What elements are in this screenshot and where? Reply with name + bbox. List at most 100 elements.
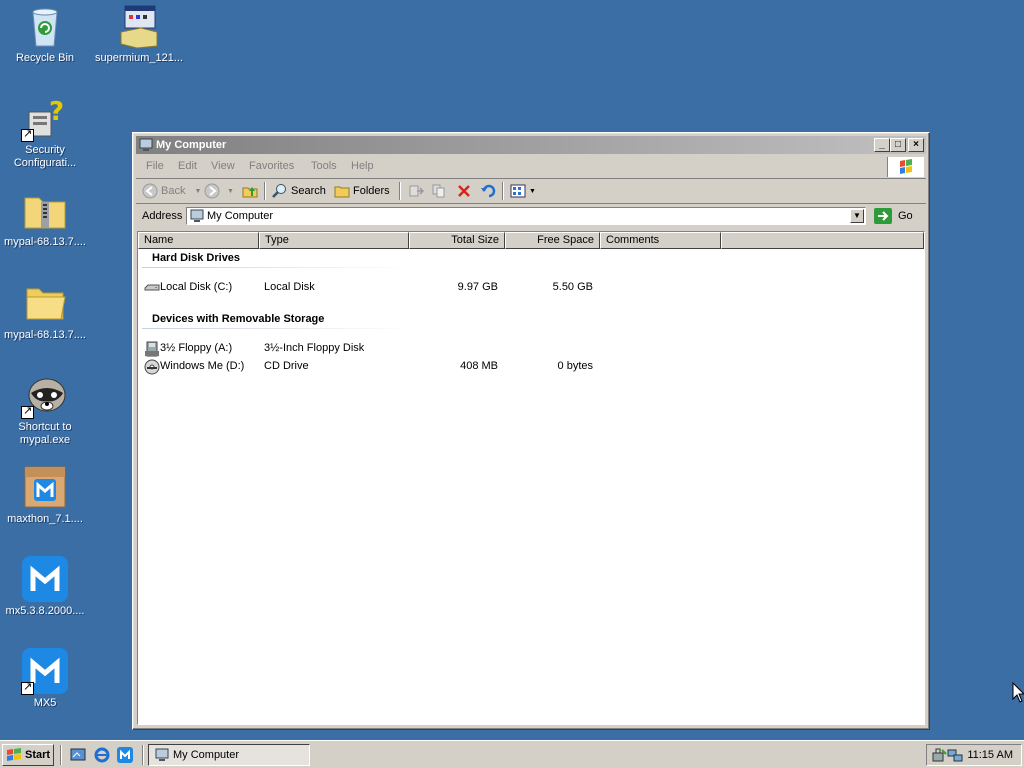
back-label: Back	[161, 185, 186, 197]
maxthon-icon	[21, 555, 69, 603]
recycle-bin-icon	[21, 2, 69, 50]
column-header-name[interactable]: Name	[138, 232, 259, 249]
desktop-icon-mypal-folder[interactable]: mypal-68.13.7....	[0, 279, 93, 342]
windows-logo-icon	[7, 748, 21, 761]
toolbar: Back ▼ ▼ Search Folders ▼	[136, 179, 926, 204]
column-headers: Name Type Total Size Free Space Comments	[138, 232, 924, 249]
go-button[interactable]: Go	[874, 208, 913, 224]
desktop-icon-label: mypal-68.13.7....	[4, 329, 86, 341]
go-label: Go	[898, 210, 913, 222]
address-dropdown-button[interactable]: ▼	[850, 209, 864, 223]
computer-icon	[139, 138, 153, 152]
item-total-size: 408 MB	[460, 360, 498, 372]
menu-help[interactable]: Help	[351, 160, 374, 172]
delete-button[interactable]	[456, 182, 472, 200]
address-bar: Address My Computer ▼ Go	[136, 205, 926, 229]
internet-explorer-icon[interactable]	[94, 747, 110, 763]
mouse-cursor-icon	[1012, 682, 1024, 703]
hard-disk-icon	[144, 284, 160, 291]
desktop-icon-label: MX5	[33, 697, 57, 709]
start-button[interactable]: Start	[2, 744, 54, 766]
group-divider	[142, 267, 412, 268]
close-button[interactable]: ×	[908, 138, 924, 152]
network-icon[interactable]	[947, 747, 963, 763]
column-header-empty	[721, 232, 924, 249]
file-list-view[interactable]: Name Type Total Size Free Space Comments…	[137, 231, 925, 725]
menu-file[interactable]: File	[146, 160, 164, 172]
shortcut-arrow-icon	[21, 680, 34, 695]
desktop-icon-mx5[interactable]: MX5	[0, 647, 93, 710]
taskbar-separator	[60, 745, 62, 765]
desktop-icon-label: Recycle Bin	[15, 52, 75, 64]
toolbar-separator	[264, 182, 266, 200]
folders-label: Folders	[353, 185, 390, 197]
maxthon-icon	[21, 647, 69, 695]
svg-text:?: ?	[49, 97, 64, 127]
item-name: Windows Me (D:)	[160, 360, 245, 372]
copy-to-button[interactable]	[432, 182, 448, 200]
minimize-button[interactable]: _	[874, 138, 890, 152]
maxthon-package-icon	[21, 463, 69, 511]
maxthon-quicklaunch-icon[interactable]	[117, 747, 133, 763]
menu-edit[interactable]: Edit	[178, 160, 197, 172]
desktop-icon-mx5-installer[interactable]: mx5.3.8.2000....	[0, 555, 93, 618]
system-tray: 11:15 AM	[926, 744, 1022, 766]
desktop-icon-maxthon-installer[interactable]: maxthon_7.1....	[0, 463, 93, 526]
menu-favorites[interactable]: Favorites	[249, 160, 294, 172]
copy-to-icon	[432, 184, 445, 198]
title-bar[interactable]: My Computer _ □ ×	[136, 136, 926, 154]
list-item[interactable]: Windows Me (D:) CD Drive 408 MB 0 bytes	[138, 359, 924, 375]
item-free-space: 5.50 GB	[552, 281, 593, 293]
desktop-icon-recycle-bin[interactable]: Recycle Bin	[0, 2, 93, 65]
floppy-icon	[145, 341, 159, 357]
search-icon	[272, 184, 286, 198]
show-desktop-icon[interactable]	[70, 747, 86, 763]
address-input[interactable]: My Computer ▼	[186, 207, 866, 225]
taskbar: Start My Computer 11:15 AM	[0, 740, 1024, 768]
item-name: Local Disk (C:)	[160, 281, 233, 293]
clock: 11:15 AM	[967, 749, 1013, 761]
desktop-icon-mypal-shortcut[interactable]: Shortcut to mypal.exe	[0, 371, 93, 447]
toolbar-separator	[502, 182, 504, 200]
chevron-down-icon: ▼	[194, 187, 202, 195]
item-free-space: 0 bytes	[557, 360, 593, 372]
back-button[interactable]: Back ▼	[142, 182, 201, 200]
maximize-button[interactable]: □	[890, 138, 906, 152]
item-type: Local Disk	[264, 281, 315, 293]
column-header-comments[interactable]: Comments	[600, 232, 721, 249]
column-header-type[interactable]: Type	[259, 232, 409, 249]
taskbar-item-my-computer[interactable]: My Computer	[148, 744, 310, 766]
move-to-button[interactable]	[408, 182, 424, 200]
menu-view[interactable]: View	[211, 160, 235, 172]
desktop-icon-label: mypal-68.13.7....	[4, 236, 86, 248]
item-type: CD Drive	[264, 360, 309, 372]
start-label: Start	[25, 749, 51, 761]
desktop-icon-security-configuration[interactable]: ? Security Configurati...	[0, 94, 93, 170]
shortcut-arrow-icon	[21, 404, 34, 419]
folders-button[interactable]: Folders	[334, 182, 390, 200]
views-button[interactable]: ▼	[510, 182, 536, 200]
list-item[interactable]: 3½ Floppy (A:) 3½-Inch Floppy Disk	[138, 341, 924, 357]
safely-remove-hardware-icon[interactable]	[931, 747, 947, 763]
chevron-down-icon: ▼	[529, 187, 536, 195]
desktop-icon-supermium[interactable]: supermium_121...	[91, 2, 187, 65]
windows-logo-icon	[887, 157, 924, 177]
desktop-icon-label: supermium_121...	[94, 52, 184, 64]
move-to-icon	[409, 185, 424, 197]
go-arrow-icon	[874, 208, 892, 224]
my-computer-window[interactable]: My Computer _ □ × File Edit View Favorit…	[132, 132, 930, 730]
security-config-icon: ?	[21, 94, 69, 142]
undo-button[interactable]	[480, 182, 496, 200]
folder-icon	[21, 279, 69, 327]
chevron-down-icon: ▼	[227, 187, 234, 195]
search-button[interactable]: Search	[272, 182, 326, 200]
column-header-free-space[interactable]: Free Space	[505, 232, 600, 249]
up-folder-button[interactable]	[242, 182, 258, 200]
desktop-icon-mypal-zip[interactable]: mypal-68.13.7....	[0, 186, 93, 249]
column-header-total-size[interactable]: Total Size	[409, 232, 505, 249]
menu-tools[interactable]: Tools	[311, 160, 337, 172]
forward-button[interactable]: ▼	[204, 182, 234, 200]
search-label: Search	[291, 185, 326, 197]
list-item[interactable]: Local Disk (C:) Local Disk 9.97 GB 5.50 …	[138, 280, 924, 296]
toolbar-separator	[399, 182, 401, 200]
